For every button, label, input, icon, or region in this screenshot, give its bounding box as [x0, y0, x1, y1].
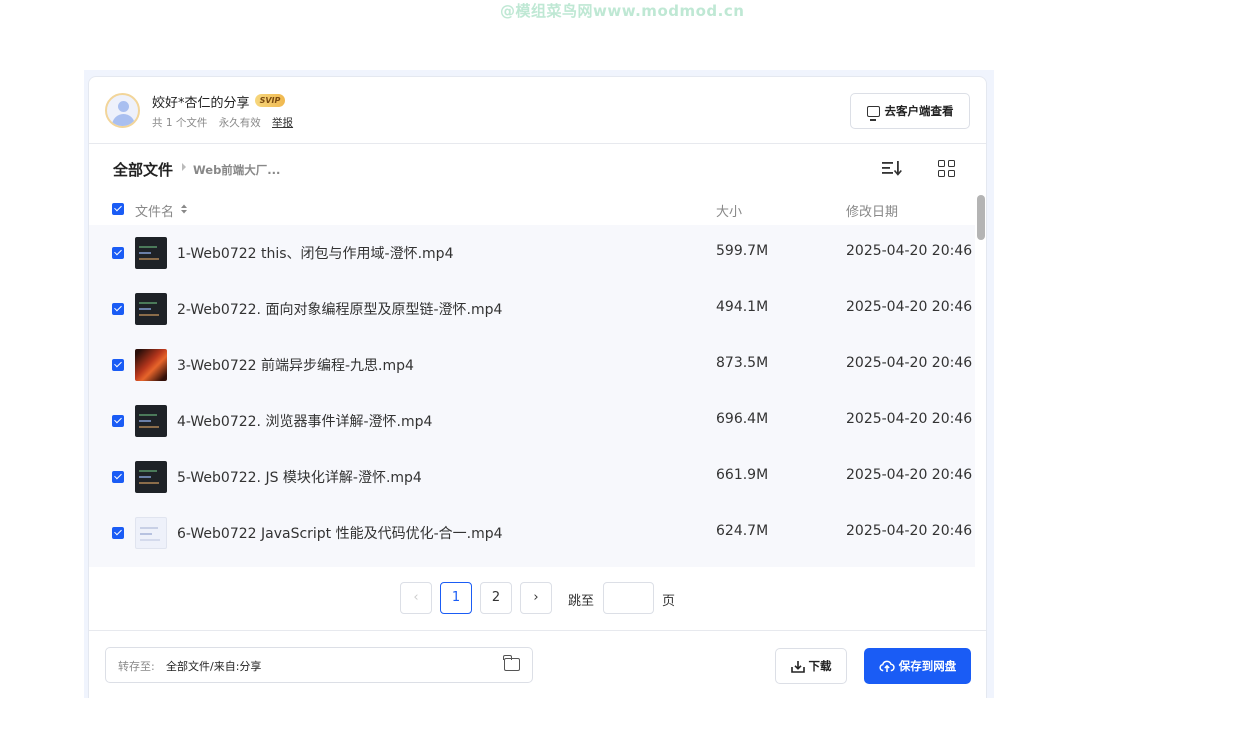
share-footer: 转存至: 全部文件/来自:分享 下载 保存到网盘	[89, 630, 986, 698]
download-icon	[790, 660, 805, 673]
file-name[interactable]: 1-Web0722 this、闭包与作用域-澄怀.mp4	[177, 243, 453, 263]
page-button-1[interactable]: 1	[440, 582, 472, 614]
select-all-checkbox[interactable]	[112, 203, 124, 215]
cloud-upload-icon	[879, 660, 895, 672]
grid-view-icon[interactable]	[938, 160, 955, 177]
row-checkbox[interactable]	[112, 415, 124, 427]
file-size: 873.5M	[716, 355, 769, 371]
video-thumbnail	[135, 405, 167, 437]
file-count: 共 1 个文件	[152, 117, 208, 129]
share-meta: 共 1 个文件 永久有效 举报	[152, 115, 301, 130]
file-date: 2025-04-20 20:46	[846, 467, 973, 483]
file-list: 1-Web0722 this、闭包与作用域-澄怀.mp4 599.7M 2025…	[89, 225, 975, 567]
open-in-client-label: 去客户端查看	[884, 104, 954, 118]
video-thumbnail	[135, 293, 167, 325]
column-header-name[interactable]: 文件名	[135, 201, 174, 220]
column-header-size: 大小	[716, 205, 743, 220]
avatar	[105, 93, 140, 128]
page-button-2[interactable]: 2	[480, 582, 512, 614]
sort-icon[interactable]	[882, 160, 902, 176]
save-to-drive-button[interactable]: 保存到网盘	[864, 648, 971, 684]
row-checkbox[interactable]	[112, 471, 124, 483]
validity: 永久有效	[218, 117, 261, 129]
table-row[interactable]: 6-Web0722 JavaScript 性能及代码优化-合一.mp4 624.…	[89, 505, 975, 561]
breadcrumb-separator-icon	[182, 163, 186, 171]
share-owner-title: 姣好*杏仁的分享	[152, 96, 250, 111]
video-thumbnail	[135, 349, 167, 381]
jump-page-input[interactable]	[603, 582, 654, 614]
share-header: 姣好*杏仁的分享 SVIP 共 1 个文件 永久有效 举报 去客户端查看	[89, 77, 986, 144]
file-size: 696.4M	[716, 411, 769, 427]
file-size: 599.7M	[716, 243, 769, 259]
report-link[interactable]: 举报	[272, 117, 293, 129]
row-checkbox[interactable]	[112, 303, 124, 315]
svip-badge: SVIP	[255, 94, 285, 107]
save-to-path: 全部文件/来自:分享	[166, 660, 262, 673]
video-thumbnail	[135, 517, 167, 549]
prev-page-button[interactable]: ‹	[400, 582, 432, 614]
jump-to-label: 跳至	[568, 594, 595, 609]
file-size: 624.7M	[716, 523, 769, 539]
sort-caret-icon[interactable]	[180, 203, 188, 215]
file-size: 494.1M	[716, 299, 769, 315]
page-suffix-label: 页	[662, 594, 676, 609]
video-thumbnail	[135, 237, 167, 269]
open-in-client-button[interactable]: 去客户端查看	[850, 93, 970, 129]
file-date: 2025-04-20 20:46	[846, 299, 973, 315]
column-header-date: 修改日期	[846, 205, 899, 220]
file-date: 2025-04-20 20:46	[846, 243, 973, 259]
file-date: 2025-04-20 20:46	[846, 523, 973, 539]
table-row[interactable]: 3-Web0722 前端异步编程-九思.mp4 873.5M 2025-04-2…	[89, 337, 975, 393]
folder-icon[interactable]	[503, 655, 520, 671]
next-page-button[interactable]: ›	[520, 582, 552, 614]
breadcrumb-root[interactable]: 全部文件	[113, 159, 173, 180]
table-row[interactable]: 5-Web0722. JS 模块化详解-澄怀.mp4 661.9M 2025-0…	[89, 449, 975, 505]
file-name[interactable]: 5-Web0722. JS 模块化详解-澄怀.mp4	[177, 467, 422, 487]
save-to-label: 转存至:	[118, 660, 155, 673]
watermark-text: @模组菜鸟网www.modmod.cn	[500, 2, 745, 20]
save-path-selector[interactable]: 转存至: 全部文件/来自:分享	[105, 647, 533, 683]
table-header: 文件名 大小 修改日期	[89, 195, 975, 225]
file-name[interactable]: 6-Web0722 JavaScript 性能及代码优化-合一.mp4	[177, 523, 503, 543]
share-card: 姣好*杏仁的分享 SVIP 共 1 个文件 永久有效 举报 去客户端查看 全部文…	[88, 76, 987, 698]
save-to-drive-label: 保存到网盘	[898, 659, 957, 673]
file-size: 661.9M	[716, 467, 769, 483]
row-checkbox[interactable]	[112, 247, 124, 259]
breadcrumb-current[interactable]: Web前端大厂...	[193, 162, 280, 178]
row-checkbox[interactable]	[112, 527, 124, 539]
file-name[interactable]: 2-Web0722. 面向对象编程原型及原型链-澄怀.mp4	[177, 299, 502, 319]
download-label: 下载	[808, 659, 832, 673]
download-button[interactable]: 下载	[775, 648, 847, 684]
file-date: 2025-04-20 20:46	[846, 355, 973, 371]
monitor-icon	[866, 105, 880, 121]
table-row[interactable]: 2-Web0722. 面向对象编程原型及原型链-澄怀.mp4 494.1M 20…	[89, 281, 975, 337]
list-scrollbar[interactable]	[977, 195, 985, 240]
file-name[interactable]: 3-Web0722 前端异步编程-九思.mp4	[177, 355, 414, 375]
row-checkbox[interactable]	[112, 359, 124, 371]
table-row[interactable]: 4-Web0722. 浏览器事件详解-澄怀.mp4 696.4M 2025-04…	[89, 393, 975, 449]
table-row[interactable]: 1-Web0722 this、闭包与作用域-澄怀.mp4 599.7M 2025…	[89, 225, 975, 281]
file-name[interactable]: 4-Web0722. 浏览器事件详解-澄怀.mp4	[177, 411, 432, 431]
video-thumbnail	[135, 461, 167, 493]
file-date: 2025-04-20 20:46	[846, 411, 973, 427]
